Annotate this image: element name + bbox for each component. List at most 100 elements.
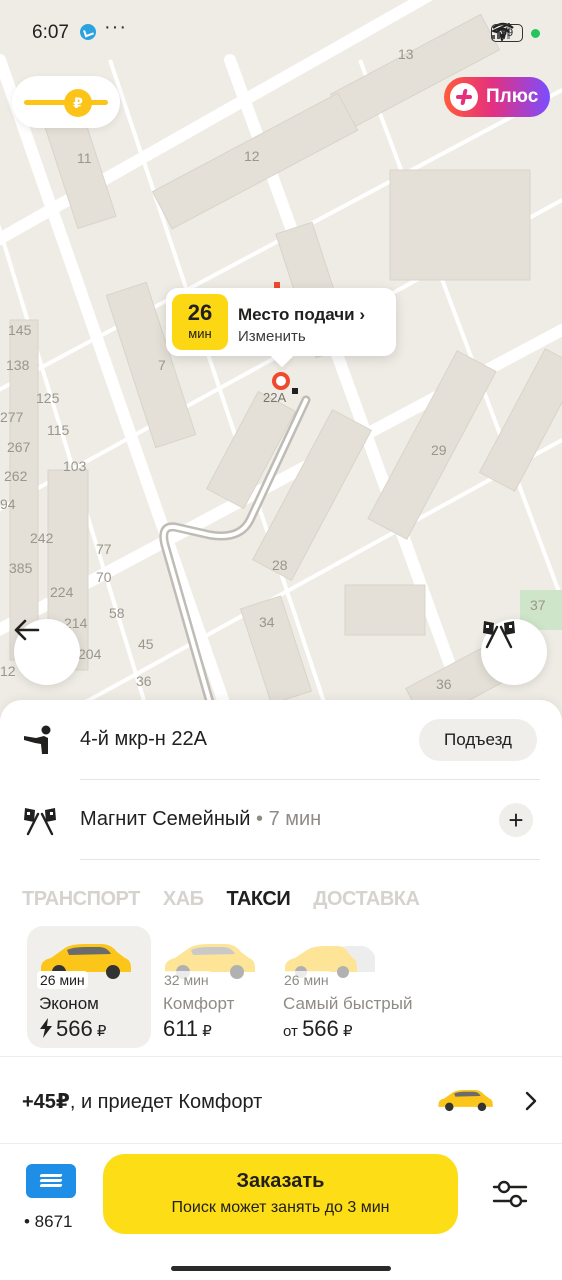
price-prefix: от xyxy=(283,1023,303,1040)
tariff-name: Самый быстрый xyxy=(283,994,413,1013)
arrow-left-icon xyxy=(14,619,40,641)
tariff-list: 26 мин Эконом 566 ₽ 32 мин Комфорт 611 ₽… xyxy=(0,926,562,1050)
payment-card-icon[interactable] xyxy=(26,1164,76,1198)
pickup-point-tooltip[interactable]: 26 мин Место подачи › Изменить xyxy=(166,288,396,356)
map-house-number: 11 xyxy=(77,150,92,166)
price-value: 611 xyxy=(163,1016,199,1041)
upsell-amount: +45₽ xyxy=(22,1091,70,1113)
pin-house-label: 22А xyxy=(263,390,287,405)
upsell-text: +45₽, и приедет Комфорт xyxy=(22,1089,262,1114)
price-currency: ₽ xyxy=(92,1023,107,1040)
checkered-flags-icon xyxy=(24,808,56,836)
map[interactable]: 13 11 12 7 145 138 125 115 277 267 262 1… xyxy=(0,0,562,720)
lightning-icon xyxy=(40,1018,52,1038)
back-button[interactable] xyxy=(14,619,80,685)
tariff-card-fastest[interactable]: 26 мин Самый быстрый от 566 ₽ xyxy=(271,926,441,1048)
map-house-number: 94 xyxy=(0,496,16,512)
route-to-address: Магнит Семейный • 7 мин xyxy=(80,808,321,831)
pickup-pin-icon[interactable] xyxy=(272,372,290,390)
map-house-number: 12 xyxy=(244,148,260,164)
status-time: 6:07 xyxy=(32,22,69,43)
plus-logo-icon xyxy=(450,83,478,111)
order-button-subtitle: Поиск может занять до 3 мин xyxy=(171,1199,390,1216)
map-house-number: 7 xyxy=(158,357,166,373)
destination-eta: • 7 мин xyxy=(250,808,322,830)
service-tabs: ТРАНСПОРТ ХАБ ТАКСИ ДОСТАВКА xyxy=(22,888,420,916)
eta-unit: мин xyxy=(188,326,212,341)
map-house-number: 103 xyxy=(63,458,87,474)
map-house-number: 224 xyxy=(50,584,74,600)
divider xyxy=(80,859,540,860)
tab-hub[interactable]: ХАБ xyxy=(163,888,204,916)
tariff-card-comfort[interactable]: 32 мин Комфорт 611 ₽ xyxy=(151,926,275,1048)
tariff-card-econom[interactable]: 26 мин Эконом 566 ₽ xyxy=(27,926,151,1048)
status-bar: 6:07 ··· 99 xyxy=(0,0,562,66)
map-house-number: 12 xyxy=(0,663,16,679)
chevron-right-icon xyxy=(525,1091,537,1111)
map-house-number: 262 xyxy=(4,468,28,484)
home-indicator[interactable] xyxy=(171,1266,391,1271)
checkered-flags-icon xyxy=(483,621,515,649)
status-icons: 99 xyxy=(491,22,540,44)
map-house-number: 36 xyxy=(436,676,452,692)
car-icon xyxy=(438,1089,493,1112)
map-house-number: 34 xyxy=(259,614,275,630)
eta-value: 26 xyxy=(187,300,213,325)
plus-button[interactable]: Плюс xyxy=(444,77,550,117)
destination-flags-button[interactable] xyxy=(481,619,547,685)
order-bottom-sheet: 4-й мкр-н 22А Подъезд Магнит Семейный • … xyxy=(0,700,562,1280)
comfort-upsell-row[interactable]: +45₽, и приедет Комфорт xyxy=(0,1056,562,1144)
price-value: 566 xyxy=(56,1016,93,1041)
upsell-description: , и приедет Комфорт xyxy=(69,1091,263,1113)
map-house-number: 70 xyxy=(96,569,112,585)
map-house-number: 138 xyxy=(6,357,30,373)
pickup-change-link[interactable]: Изменить xyxy=(238,328,306,345)
payment-card-number[interactable]: • 8671 xyxy=(24,1212,73,1232)
route-to-row[interactable]: Магнит Семейный • 7 мин + xyxy=(0,780,562,860)
map-house-number: 204 xyxy=(78,646,102,662)
map-house-number: 29 xyxy=(431,442,447,458)
map-house-number: 28 xyxy=(272,557,288,573)
tariff-eta: 32 мин xyxy=(161,971,212,989)
map-house-number: 115 xyxy=(47,422,70,438)
tab-delivery[interactable]: ДОСТАВКА xyxy=(313,888,420,916)
eta-badge: 26 мин xyxy=(172,294,228,350)
map-house-number: 77 xyxy=(96,541,112,557)
route-from-address: 4-й мкр-н 22А xyxy=(80,728,207,750)
route-from-row[interactable]: 4-й мкр-н 22А Подъезд xyxy=(0,700,562,780)
tariff-price: 566 ₽ xyxy=(39,1016,106,1042)
price-currency: ₽ xyxy=(198,1023,212,1040)
plus-label: Плюс xyxy=(486,86,539,107)
order-button-title: Заказать xyxy=(236,1170,325,1192)
tariff-name: Эконом xyxy=(39,994,99,1013)
privacy-dot xyxy=(531,28,540,38)
tab-transport[interactable]: ТРАНСПОРТ xyxy=(22,888,140,916)
tariff-eta: 26 мин xyxy=(37,971,88,989)
person-waving-icon xyxy=(24,725,51,754)
add-stop-button[interactable]: + xyxy=(499,803,533,837)
price-value: 566 xyxy=(302,1016,339,1041)
telegram-icon xyxy=(80,24,96,40)
map-house-number: 277 xyxy=(0,409,24,425)
order-button[interactable]: Заказать Поиск может занять до 3 мин xyxy=(103,1154,458,1234)
map-house-number: 37 xyxy=(530,597,546,613)
more-notifications-icon: ··· xyxy=(104,16,127,38)
pickup-title: Место подачи › xyxy=(238,305,366,324)
price-currency: ₽ xyxy=(338,1023,353,1040)
map-house-number: 385 xyxy=(9,560,33,576)
tariff-price: от 566 ₽ xyxy=(283,1016,353,1042)
destination-name: Магнит Семейный xyxy=(80,808,251,830)
map-house-number: 125 xyxy=(36,390,60,406)
map-house-number: 58 xyxy=(109,605,125,621)
map-house-number: 267 xyxy=(7,439,31,455)
tab-taxi[interactable]: ТАКСИ xyxy=(227,888,291,916)
map-house-number: 45 xyxy=(138,636,154,652)
tariff-price: 611 ₽ xyxy=(163,1016,212,1042)
map-house-number: 36 xyxy=(136,673,152,689)
order-settings-icon[interactable] xyxy=(490,1176,530,1212)
map-house-number: 242 xyxy=(30,530,54,546)
tariff-name: Комфорт xyxy=(163,994,235,1013)
cashback-balance-button[interactable]: ₽ xyxy=(12,76,120,128)
entrance-button[interactable]: Подъезд xyxy=(419,719,537,761)
ruble-coin-icon: ₽ xyxy=(64,89,92,117)
